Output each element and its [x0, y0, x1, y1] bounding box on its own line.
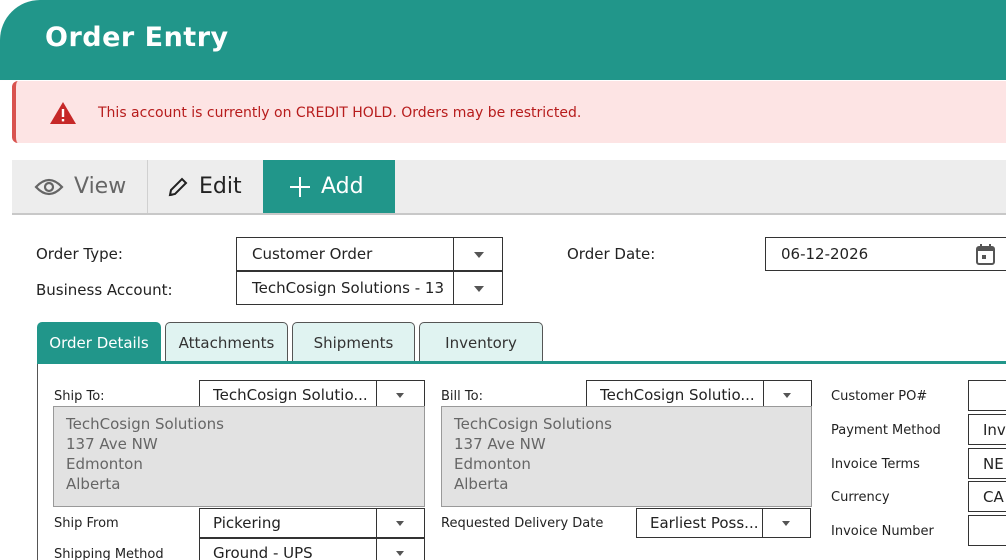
currency-label: Currency	[831, 490, 890, 505]
tab-order-details[interactable]: Order Details	[37, 322, 161, 363]
requested-delivery-value: Earliest Poss...	[650, 514, 759, 532]
customer-po-label: Customer PO#	[831, 389, 928, 404]
payment-method-label: Payment Method	[831, 423, 941, 438]
order-date-value: 06-12-2026	[781, 245, 869, 263]
edit-button[interactable]: Edit	[149, 160, 263, 213]
address-line: Edmonton	[454, 455, 531, 473]
address-line: Alberta	[454, 475, 509, 493]
invoice-number-label: Invoice Number	[831, 524, 934, 539]
customer-po-input[interactable]	[968, 380, 1006, 411]
currency-value: CA	[983, 488, 1004, 506]
tab-label: Attachments	[178, 333, 275, 352]
currency-select[interactable]: CA	[968, 481, 1006, 512]
chevron-down-icon[interactable]	[376, 381, 424, 409]
order-type-select[interactable]: Customer Order	[236, 237, 503, 271]
invoice-terms-value: NE	[983, 455, 1004, 473]
ship-from-select[interactable]: Pickering	[199, 508, 425, 538]
tab-inventory[interactable]: Inventory	[419, 322, 543, 362]
tab-attachments[interactable]: Attachments	[165, 322, 288, 362]
address-line: TechCosign Solutions	[454, 415, 612, 433]
edit-label: Edit	[199, 174, 242, 199]
invoice-terms-select[interactable]: NE	[968, 448, 1006, 479]
order-date-label: Order Date:	[567, 245, 656, 263]
chevron-down-icon[interactable]	[763, 381, 811, 409]
ship-to-value: TechCosign Solutio...	[213, 386, 368, 404]
add-label: Add	[321, 174, 364, 199]
chevron-down-icon[interactable]	[762, 509, 810, 537]
address-line: 137 Ave NW	[454, 435, 546, 453]
address-line: Edmonton	[66, 455, 143, 473]
plus-icon	[290, 176, 310, 197]
shipping-method-label: Shipping Method	[54, 547, 164, 560]
add-button[interactable]: Add	[263, 160, 395, 213]
eye-icon	[34, 178, 64, 195]
chevron-down-icon[interactable]	[376, 539, 424, 560]
alert-message: This account is currently on CREDIT HOLD…	[98, 105, 582, 121]
bill-to-address: TechCosign Solutions 137 Ave NW Edmonton…	[441, 406, 812, 507]
view-button[interactable]: View	[12, 160, 148, 213]
ship-to-address: TechCosign Solutions 137 Ave NW Edmonton…	[53, 406, 425, 507]
ship-from-value: Pickering	[213, 514, 281, 532]
app-header: Order Entry	[0, 0, 1006, 80]
warning-triangle-icon	[49, 101, 77, 125]
invoice-terms-label: Invoice Terms	[831, 457, 920, 472]
bill-to-value: TechCosign Solutio...	[600, 386, 755, 404]
address-line: Alberta	[66, 475, 121, 493]
tab-label: Shipments	[313, 333, 394, 352]
chevron-down-icon[interactable]	[453, 272, 502, 304]
business-account-value: TechCosign Solutions - 13	[252, 279, 444, 297]
requested-delivery-label: Requested Delivery Date	[441, 516, 604, 531]
address-line: 137 Ave NW	[66, 435, 158, 453]
chevron-down-icon[interactable]	[453, 238, 502, 270]
pencil-icon	[168, 177, 188, 196]
order-type-label: Order Type:	[36, 245, 123, 263]
calendar-icon	[976, 244, 995, 265]
requested-delivery-select[interactable]: Earliest Poss...	[636, 508, 811, 538]
chevron-down-icon[interactable]	[376, 509, 424, 537]
payment-method-value: Inv	[983, 421, 1006, 439]
credit-hold-alert: This account is currently on CREDIT HOLD…	[12, 81, 1006, 143]
order-date-input[interactable]: 06-12-2026	[765, 237, 961, 271]
payment-method-select[interactable]: Inv	[968, 414, 1006, 445]
business-account-select[interactable]: TechCosign Solutions - 13	[236, 271, 503, 305]
ship-from-label: Ship From	[54, 516, 119, 531]
page-title: Order Entry	[45, 22, 229, 53]
shipping-method-select[interactable]: Ground - UPS	[199, 538, 425, 560]
ship-to-label: Ship To:	[54, 389, 105, 404]
date-picker-button[interactable]	[960, 237, 1006, 271]
shipping-method-value: Ground - UPS	[213, 544, 313, 560]
tab-label: Inventory	[445, 333, 517, 352]
view-label: View	[74, 174, 127, 199]
mode-toolbar: View Edit Add	[12, 160, 1006, 215]
tab-shipments[interactable]: Shipments	[292, 322, 415, 362]
tab-label: Order Details	[49, 334, 149, 352]
business-account-label: Business Account:	[36, 281, 173, 299]
address-line: TechCosign Solutions	[66, 415, 224, 433]
order-type-value: Customer Order	[252, 245, 373, 263]
bill-to-label: Bill To:	[441, 389, 483, 404]
invoice-number-input[interactable]	[968, 515, 1006, 546]
